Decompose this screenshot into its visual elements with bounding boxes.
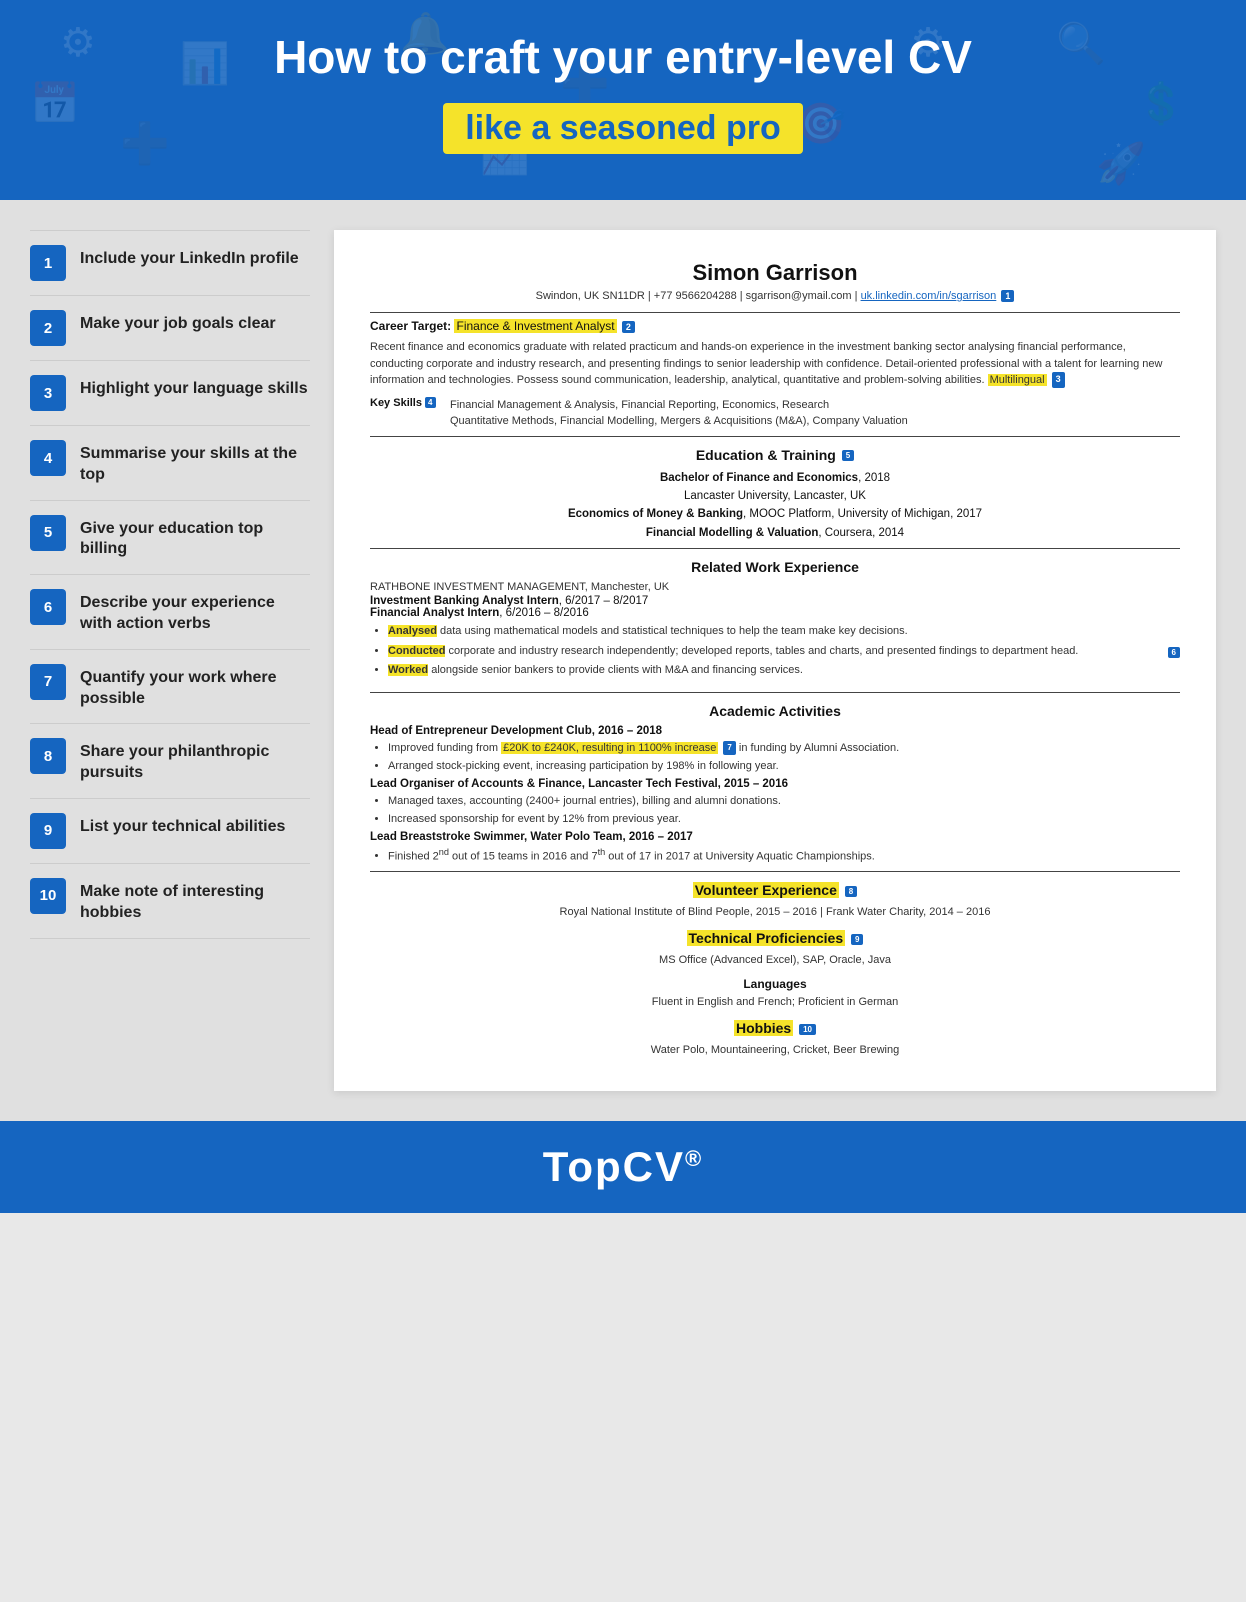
cv-tech-header: Technical Proficiencies 9 <box>370 930 1180 946</box>
work-badge: 6 <box>1168 647 1180 658</box>
cv-hobbies-text: Water Polo, Mountaineering, Cricket, Bee… <box>370 1042 1180 1059</box>
footer: TopCV® <box>0 1121 1246 1213</box>
cv-key-skills-row: Key Skills 4 Financial Management & Anal… <box>370 397 1180 430</box>
tip-text-6: Describe your experience with action ver… <box>80 589 310 635</box>
tip-item-7: 7 Quantify your work where possible <box>30 650 310 725</box>
cv-education-header: Education & Training 5 <box>370 447 1180 463</box>
tip-item-6: 6 Describe your experience with action v… <box>30 575 310 650</box>
quantify-badge: 7 <box>723 741 735 755</box>
tip-text-8: Share your philanthropic pursuits <box>80 738 310 784</box>
career-target-label: Career Target: <box>370 319 451 333</box>
tip-number-8: 8 <box>30 738 66 774</box>
cv-activity-2-bullets: Managed taxes, accounting (2400+ journal… <box>388 793 1180 828</box>
key-skills-badge: 4 <box>425 397 435 408</box>
tip-number-7: 7 <box>30 664 66 700</box>
cv-divider-3 <box>370 548 1180 549</box>
cv-activity-3-title: Lead Breaststroke Swimmer, Water Polo Te… <box>370 831 1180 843</box>
tip-item-2: 2 Make your job goals clear <box>30 296 310 361</box>
tip-number-10: 10 <box>30 878 66 914</box>
work-bullets-with-badge: Analysed data using mathematical models … <box>370 619 1180 686</box>
volunteer-badge: 8 <box>845 886 857 897</box>
tip-text-3: Highlight your language skills <box>80 375 308 400</box>
cv-academic-header: Academic Activities <box>370 703 1180 719</box>
cv-divider-5 <box>370 871 1180 872</box>
tip-number-4: 4 <box>30 440 66 476</box>
cv-linkedin-badge: 1 <box>1001 290 1014 302</box>
tip-item-5: 5 Give your education top billing <box>30 501 310 576</box>
education-badge: 5 <box>842 450 854 461</box>
cv-hobbies-header: Hobbies 10 <box>370 1020 1180 1036</box>
career-target-role: Finance & Investment Analyst <box>454 319 616 333</box>
cv-activity-3-bullets: Finished 2nd out of 15 teams in 2016 and… <box>388 846 1180 865</box>
tip-text-1: Include your LinkedIn profile <box>80 245 299 270</box>
tip-text-2: Make your job goals clear <box>80 310 276 335</box>
tip-number-3: 3 <box>30 375 66 411</box>
cv-divider-4 <box>370 692 1180 693</box>
cv-name: Simon Garrison <box>370 260 1180 286</box>
cv-linkedin[interactable]: uk.linkedin.com/in/sgarrison <box>861 290 997 302</box>
cv-contact-text: Swindon, UK SN11DR | +77 9566204288 | sg… <box>536 290 858 302</box>
tip-text-9: List your technical abilities <box>80 813 285 838</box>
cv-work-header: Related Work Experience <box>370 559 1180 575</box>
tip-item-4: 4 Summarise your skills at the top <box>30 426 310 501</box>
tip-number-5: 5 <box>30 515 66 551</box>
cv-panel: Simon Garrison Swindon, UK SN11DR | +77 … <box>334 230 1216 1091</box>
cv-volunteer-text: Royal National Institute of Blind People… <box>370 904 1180 921</box>
tip-text-10: Make note of interesting hobbies <box>80 878 310 924</box>
header-title: How to craft your entry-level CV <box>40 30 1206 85</box>
tip-item-9: 9 List your technical abilities <box>30 799 310 864</box>
tips-panel: 1 Include your LinkedIn profile 2 Make y… <box>30 230 310 939</box>
tip-item-3: 3 Highlight your language skills <box>30 361 310 426</box>
tip-number-6: 6 <box>30 589 66 625</box>
footer-logo: TopCV® <box>0 1143 1246 1191</box>
tip-number-9: 9 <box>30 813 66 849</box>
header: ⚙ 📅 📊 ➕ 🔔 ➕ 📈 ⚙ 🎯 🔍 💲 🚀 How to craft you… <box>0 0 1246 200</box>
cv-languages-header: Languages <box>370 977 1180 991</box>
cv-languages-text: Fluent in English and French; Proficient… <box>370 994 1180 1011</box>
tip-text-7: Quantify your work where possible <box>80 664 310 710</box>
tip-number-1: 1 <box>30 245 66 281</box>
cv-volunteer-header: Volunteer Experience 8 <box>370 882 1180 898</box>
main-content: 1 Include your LinkedIn profile 2 Make y… <box>0 200 1246 1121</box>
cv-activity-1-title: Head of Entrepreneur Development Club, 2… <box>370 725 1180 737</box>
cv-activity-1-bullets: Improved funding from £20K to £240K, res… <box>388 740 1180 775</box>
cv-work-company: RATHBONE INVESTMENT MANAGEMENT, Manchest… <box>370 581 1180 593</box>
hobbies-badge: 10 <box>799 1024 816 1035</box>
header-subtitle: like a seasoned pro <box>465 109 781 147</box>
cv-contact: Swindon, UK SN11DR | +77 9566204288 | sg… <box>370 290 1180 302</box>
cv-key-skills-label: Key Skills 4 <box>370 397 440 409</box>
tip-number-2: 2 <box>30 310 66 346</box>
header-subtitle-wrapper: like a seasoned pro <box>443 103 803 154</box>
tip-text-4: Summarise your skills at the top <box>80 440 310 486</box>
cv-work-title2: Financial Analyst Intern, 6/2016 – 8/201… <box>370 607 1180 619</box>
cv-career-target: Career Target: Finance & Investment Anal… <box>370 319 1180 333</box>
tech-badge: 9 <box>851 934 863 945</box>
tip-item-1: 1 Include your LinkedIn profile <box>30 230 310 296</box>
cv-education-entries: Bachelor of Finance and Economics, 2018 … <box>370 469 1180 543</box>
cv-divider-2 <box>370 436 1180 437</box>
tip-text-5: Give your education top billing <box>80 515 310 561</box>
career-target-badge: 2 <box>622 321 635 333</box>
cv-activity-2-title: Lead Organiser of Accounts & Finance, La… <box>370 778 1180 790</box>
cv-work-bullets: Analysed data using mathematical models … <box>388 623 1162 682</box>
cv-summary: Recent finance and economics graduate wi… <box>370 339 1180 389</box>
multilingual-text: Multilingual <box>988 374 1047 386</box>
cv-key-skills-content: Financial Management & Analysis, Financi… <box>450 397 908 430</box>
cv-divider-top <box>370 312 1180 313</box>
multilingual-badge: 3 <box>1052 372 1065 388</box>
cv-tech-text: MS Office (Advanced Excel), SAP, Oracle,… <box>370 952 1180 969</box>
cv-work-title1: Investment Banking Analyst Intern, 6/201… <box>370 595 1180 607</box>
tip-item-8: 8 Share your philanthropic pursuits <box>30 724 310 799</box>
tip-item-10: 10 Make note of interesting hobbies <box>30 864 310 939</box>
